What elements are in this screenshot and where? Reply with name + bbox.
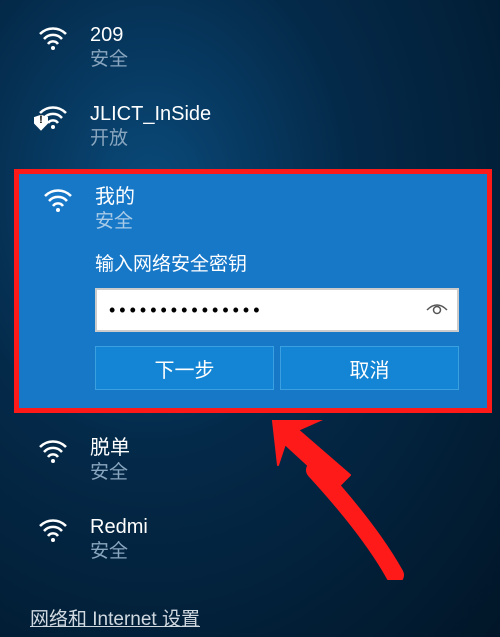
wifi-connect-panel: 我的 安全 输入网络安全密钥 下一步 取消 bbox=[14, 169, 492, 413]
network-status: 安全 bbox=[90, 461, 130, 486]
button-row: 下一步 取消 bbox=[95, 346, 459, 390]
network-name: 我的 bbox=[95, 184, 135, 210]
wifi-network-item-selected[interactable]: 我的 安全 bbox=[19, 174, 487, 243]
wifi-icon bbox=[38, 439, 68, 463]
wifi-network-item[interactable]: 209 安全 bbox=[0, 8, 500, 87]
wifi-network-list: 209 安全 JLICT_InSide 开放 我的 安全 输入网络安全密钥 bbox=[0, 0, 500, 578]
wifi-icon bbox=[43, 188, 73, 212]
network-name: 脱单 bbox=[90, 435, 130, 461]
network-status: 安全 bbox=[95, 210, 135, 235]
wifi-icon bbox=[38, 26, 68, 50]
wifi-network-item[interactable]: Redmi 安全 bbox=[0, 500, 500, 579]
reveal-password-icon[interactable] bbox=[417, 290, 457, 330]
network-status: 开放 bbox=[90, 127, 211, 152]
password-prompt-label: 输入网络安全密钥 bbox=[19, 243, 487, 288]
password-input[interactable] bbox=[97, 300, 417, 321]
network-name: JLICT_InSide bbox=[90, 101, 211, 127]
network-status: 安全 bbox=[90, 48, 128, 73]
next-button[interactable]: 下一步 bbox=[95, 346, 274, 390]
wifi-network-item[interactable]: 脱单 安全 bbox=[0, 421, 500, 500]
network-name: 209 bbox=[90, 22, 128, 48]
wifi-open-icon bbox=[38, 105, 68, 129]
wifi-network-item[interactable]: JLICT_InSide 开放 bbox=[0, 87, 500, 166]
network-name: Redmi bbox=[90, 514, 148, 540]
network-status: 安全 bbox=[90, 540, 148, 565]
password-field-row bbox=[95, 288, 459, 332]
wifi-icon bbox=[38, 518, 68, 542]
cancel-button[interactable]: 取消 bbox=[280, 346, 459, 390]
network-settings-link[interactable]: 网络和 Internet 设置 bbox=[30, 604, 200, 631]
